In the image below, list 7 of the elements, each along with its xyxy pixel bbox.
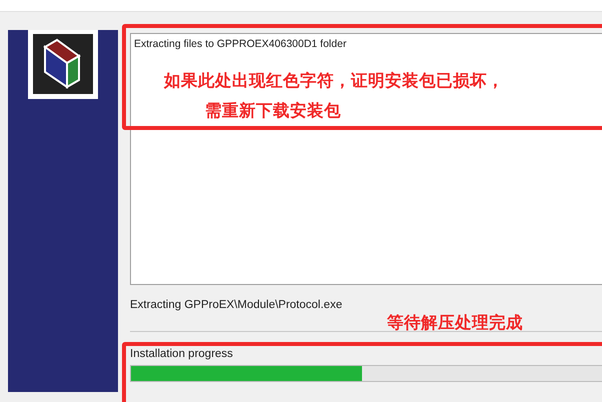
logo-icon: [28, 30, 98, 99]
annotation-text: 如果此处出现红色字符，证明安装包已损坏，: [164, 70, 504, 92]
annotation-text: 需重新下载安装包: [205, 100, 341, 122]
current-file-text: Extracting GPProEX\Module\Protocol.exe: [130, 299, 342, 311]
log-line: Extracting files to GPPROEX406300D1 folder: [134, 38, 348, 50]
annotation-text: 等待解压处理完成: [387, 312, 523, 334]
progress-label: Installation progress: [130, 348, 234, 360]
